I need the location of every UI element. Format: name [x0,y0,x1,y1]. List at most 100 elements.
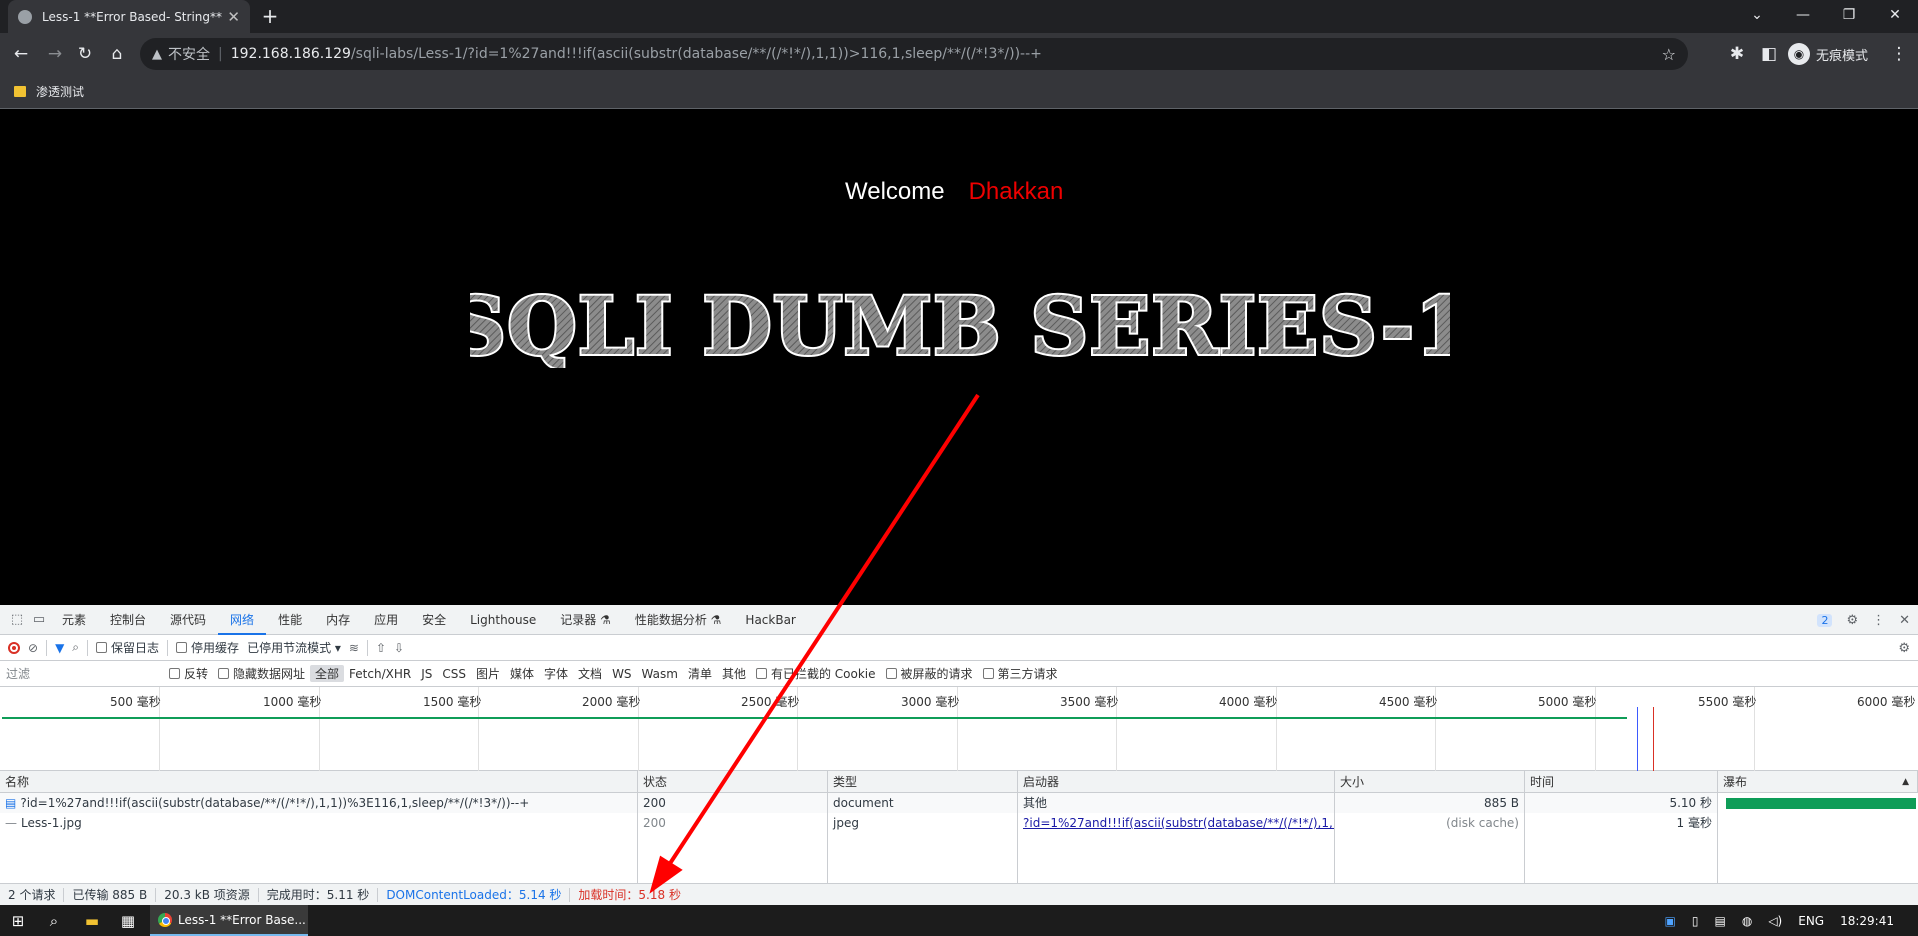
dom-content-loaded: DOMContentLoaded：5.14 秒 [386,888,562,902]
search-icon[interactable]: ⌕ [42,909,66,933]
close-devtools-icon[interactable]: ✕ [1899,613,1910,628]
tab-console[interactable]: 控制台 [98,605,158,635]
network-settings-gear-icon[interactable]: ⚙ [1898,641,1910,656]
timeline-tick: 3500 毫秒 [1060,695,1119,709]
clear-icon[interactable]: ⊘ [28,641,38,655]
browser-tab[interactable]: Less-1 **Error Based- String** ✕ [8,0,250,33]
table-row-name[interactable]: ▤ ?id=1%27and!!!if(ascii(substr(database/… [0,793,638,813]
column-header-type[interactable]: 类型 [828,771,1018,793]
tab-hackbar[interactable]: HackBar [733,605,807,635]
record-icon[interactable] [8,641,20,654]
search-icon[interactable]: ⌕ [72,640,79,655]
table-cell-time: 1 毫秒 [1525,813,1718,833]
type-filter-css[interactable]: CSS [437,667,471,681]
column-header-size[interactable]: 大小 [1335,771,1525,793]
type-filter-font[interactable]: 字体 [539,665,573,682]
type-filter-all[interactable]: 全部 [310,665,345,682]
minimize-button[interactable]: — [1780,0,1826,30]
preserve-log-checkbox[interactable]: 保留日志 [96,639,159,656]
issues-badge[interactable]: 2 [1817,613,1833,627]
type-filter-doc[interactable]: 文档 [573,665,607,682]
tab-sources[interactable]: 源代码 [158,605,218,635]
page-content: Welcome Dhakkan SQLI DUMB SERIES-1 [0,110,1918,605]
input-language[interactable]: ENG [1798,914,1824,928]
network-conditions-icon[interactable]: ≋ [349,641,359,655]
import-har-icon[interactable]: ⇧ [376,641,386,655]
column-header-time[interactable]: 时间 [1525,771,1718,793]
tab-performance-insights[interactable]: 性能数据分析 ⚗ [623,605,734,635]
type-filter-media[interactable]: 媒体 [505,665,539,682]
column-header-name[interactable]: 名称 [0,771,638,793]
disable-cache-checkbox[interactable]: 停用缓存 [176,639,239,656]
tab-performance[interactable]: 性能 [266,605,314,635]
sidebar-icon[interactable]: ◧ [1756,41,1782,67]
column-header-initiator[interactable]: 启动器 [1018,771,1335,793]
system-tray: ▣ ▯ ▤ ◍ ◁) ENG 18:29:41 [1665,905,1894,936]
more-options-icon[interactable]: ⋮ [1872,613,1885,628]
tab-application[interactable]: 应用 [362,605,410,635]
calendar-app-icon[interactable]: ▦ [116,909,140,933]
window-close-button[interactable]: ✕ [1872,0,1918,30]
request-table: 名称 状态 类型 启动器 大小 时间 瀑布 ▲ ▤ ?id=1%27and!!!if… [0,771,1918,883]
type-filter-other[interactable]: 其他 [717,665,751,682]
filter-input[interactable]: 过滤 [4,664,164,684]
restore-button[interactable]: ❐ [1826,0,1872,30]
extensions-icon[interactable]: ✱ [1724,41,1750,67]
tab-network[interactable]: 网络 [218,605,267,635]
export-har-icon[interactable]: ⇩ [394,641,404,655]
tab-security[interactable]: 安全 [410,605,458,635]
hide-data-urls-checkbox[interactable]: 隐藏数据网址 [213,665,310,682]
taskbar-chrome-window[interactable]: Less-1 **Error Base... [150,905,308,936]
volume-icon[interactable]: ◁) [1768,914,1782,928]
usb-icon[interactable]: ▯ [1692,914,1699,928]
column-header-status[interactable]: 状态 [638,771,828,793]
blocked-cookies-checkbox[interactable]: 有已拦截的 Cookie [751,665,881,682]
devtools-actions: 2 ⚙ ⋮ ✕ [1817,605,1910,635]
third-party-checkbox[interactable]: 第三方请求 [978,665,1063,682]
device-toolbar-icon[interactable]: ▭ [28,612,50,627]
tab-close-icon[interactable]: ✕ [227,8,240,26]
type-filter-js[interactable]: JS [416,667,437,681]
initiator-link[interactable]: ?id=1%27and!!!if(ascii(substr(database/*… [1018,813,1335,833]
throttling-select[interactable]: 已停用节流模式 ▾ [247,639,341,656]
back-button[interactable]: ← [8,41,34,67]
tab-elements[interactable]: 元素 [50,605,98,635]
filter-icon[interactable]: ▼ [55,641,64,655]
type-filter-img[interactable]: 图片 [471,665,505,682]
timeline-tick: 1000 毫秒 [263,695,322,709]
incognito-indicator[interactable]: ◉ 无痕模式 [1788,40,1868,68]
tab-search-icon[interactable]: ⌄ [1734,0,1780,30]
tray-app-icon[interactable]: ▣ [1665,914,1676,928]
windows-start-icon[interactable]: ⊞ [6,909,30,933]
tab-lighthouse[interactable]: Lighthouse [458,605,548,635]
tab-memory[interactable]: 内存 [314,605,362,635]
bookmark-folder[interactable]: 渗透测试 [36,83,84,100]
blocked-requests-checkbox[interactable]: 被屏蔽的请求 [881,665,978,682]
network-icon[interactable]: ◍ [1742,914,1752,928]
file-explorer-icon[interactable]: ▬ [80,909,104,933]
warning-icon: ▲ [152,46,162,62]
table-row-name[interactable]: — Less-1.jpg [0,813,638,833]
column-header-waterfall[interactable]: 瀑布 ▲ [1718,771,1918,793]
inspect-icon[interactable]: ⬚ [6,612,28,627]
waterfall-bar[interactable] [1726,798,1916,809]
invert-checkbox[interactable]: 反转 [164,665,213,682]
clock[interactable]: 18:29:41 [1840,914,1894,928]
reload-button[interactable]: ↻ [72,41,98,67]
tab-recorder[interactable]: 记录器 ⚗ [548,605,623,635]
new-tab-button[interactable]: + [258,4,282,28]
tab-strip: Less-1 **Error Based- String** ✕ + ⌄ — ❐… [0,0,1918,33]
type-filter-wasm[interactable]: Wasm [637,667,683,681]
address-bar[interactable]: ▲ 不安全 | 192.168.186.129 /sqli-labs/Less-… [140,38,1688,70]
settings-gear-icon[interactable]: ⚙ [1846,613,1858,628]
insecure-label[interactable]: 不安全 [168,44,210,64]
bookmark-star-icon[interactable]: ☆ [1662,45,1676,64]
browser-menu-icon[interactable]: ⋮ [1886,41,1912,67]
home-button[interactable]: ⌂ [104,41,130,67]
type-filter-fetch[interactable]: Fetch/XHR [344,667,416,681]
type-filter-manifest[interactable]: 清单 [683,665,717,682]
type-filter-ws[interactable]: WS [607,667,636,681]
keyboard-icon[interactable]: ▤ [1714,914,1725,928]
network-overview[interactable]: 500 毫秒 1000 毫秒 1500 毫秒 2000 毫秒 2500 毫秒 3… [0,687,1918,771]
forward-button[interactable]: → [42,41,68,67]
